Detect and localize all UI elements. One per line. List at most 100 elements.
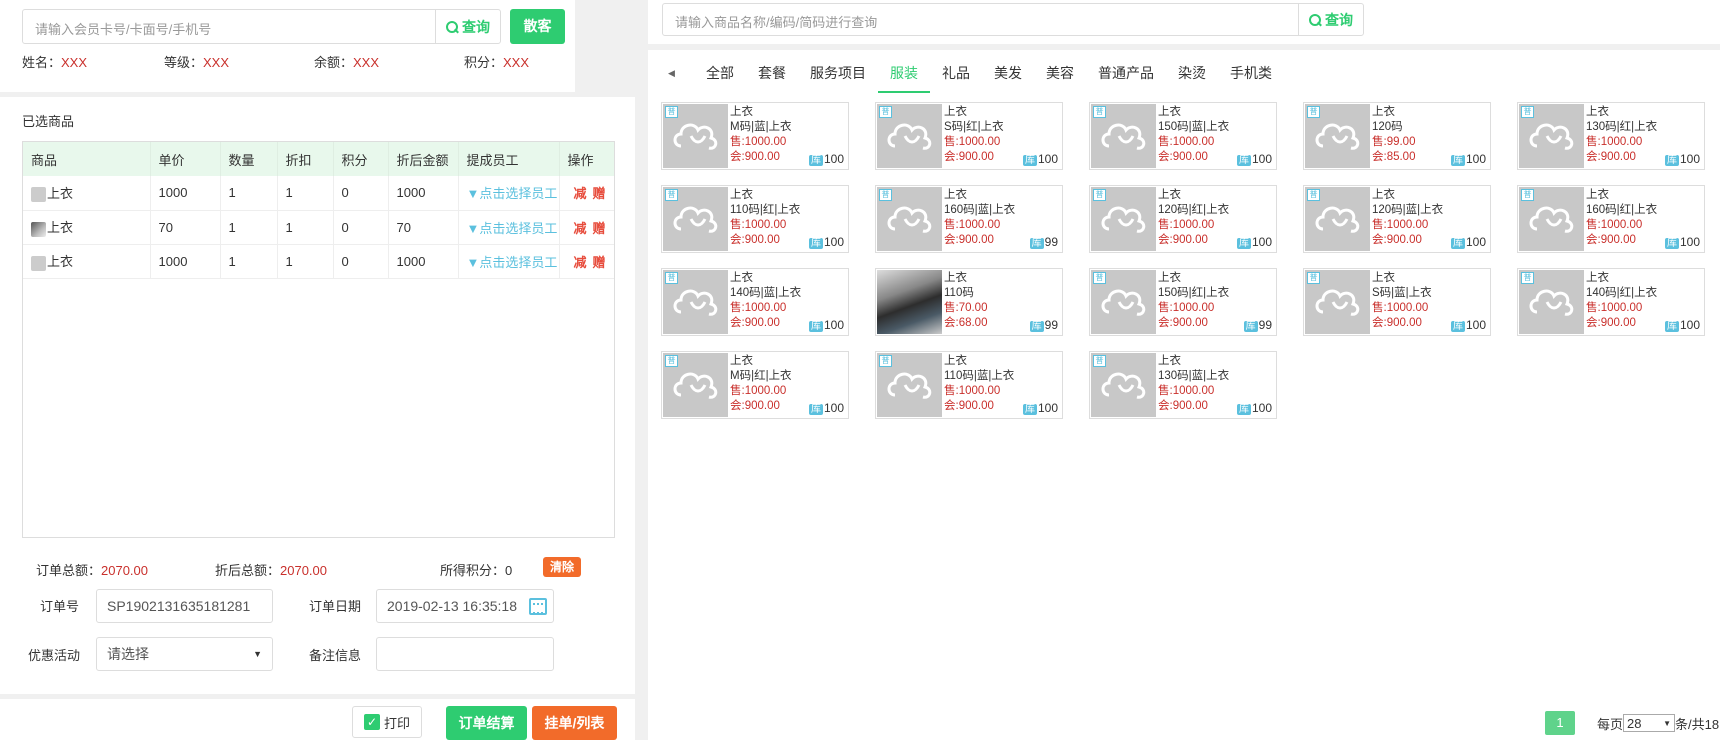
- tab-hair[interactable]: 美发: [982, 57, 1034, 93]
- print-checkbox[interactable]: ✓ 打印: [352, 706, 422, 738]
- product-card[interactable]: 普 上衣 110码|蓝|上衣 售:1000.00 会:900.00 库 100: [875, 351, 1063, 419]
- product-member-price: 会:900.00: [1158, 400, 1208, 412]
- per-page-select[interactable]: 28 ▼: [1623, 714, 1676, 732]
- row-discount[interactable]: 1: [277, 210, 334, 245]
- tab-service[interactable]: 服务项目: [798, 57, 878, 93]
- member-search-input[interactable]: 请输入会员卡号/卡面号/手机号 查询: [22, 9, 501, 44]
- product-card[interactable]: 普 上衣 S码|红|上衣 售:1000.00 会:900.00 库 100: [875, 102, 1063, 170]
- checkout-button[interactable]: 订单结算: [446, 706, 527, 740]
- row-qty[interactable]: 1: [220, 176, 278, 211]
- product-card[interactable]: 普 上衣 130码|红|上衣 售:1000.00 会:900.00 库 100: [1517, 102, 1705, 170]
- reduce-button[interactable]: 减: [574, 186, 587, 201]
- chevron-left-icon[interactable]: ◀: [668, 68, 675, 79]
- staff-select-link[interactable]: ▼点击选择员工: [458, 176, 560, 211]
- product-stock: 库 100: [1450, 318, 1486, 332]
- product-card[interactable]: 普 上衣 140码|蓝|上衣 售:1000.00 会:900.00 库 100: [661, 268, 849, 336]
- product-spec: M码|蓝|上衣: [730, 121, 792, 133]
- tab-clothing[interactable]: 服装: [878, 57, 930, 93]
- remark-field[interactable]: [376, 637, 554, 671]
- col-points: 积分: [333, 142, 389, 176]
- product-member-price: 会:900.00: [1586, 151, 1636, 163]
- product-member-price: 会:900.00: [730, 317, 780, 329]
- tab-general[interactable]: 普通产品: [1086, 57, 1166, 93]
- product-name: 上衣: [1586, 272, 1609, 284]
- page-button-current[interactable]: 1: [1545, 711, 1575, 735]
- row-qty[interactable]: 1: [220, 244, 278, 279]
- reduce-button[interactable]: 减: [574, 221, 587, 236]
- product-member-price: 会:900.00: [1586, 317, 1636, 329]
- staff-select-link[interactable]: ▼点击选择员工: [458, 210, 560, 245]
- row-qty[interactable]: 1: [220, 210, 278, 245]
- clear-button[interactable]: 清除: [543, 557, 581, 577]
- product-info: 上衣 M码|红|上衣 售:1000.00 会:900.00: [730, 354, 792, 414]
- order-date-field[interactable]: 2019-02-13 16:35:18: [376, 589, 554, 623]
- row-actions: 减赠: [559, 210, 614, 245]
- gift-button[interactable]: 赠: [593, 221, 606, 236]
- gift-button[interactable]: 赠: [593, 255, 606, 270]
- product-info: 上衣 M码|蓝|上衣 售:1000.00 会:900.00: [730, 105, 792, 165]
- member-query-button[interactable]: 查询: [435, 10, 500, 43]
- product-card[interactable]: 普 上衣 M码|蓝|上衣 售:1000.00 会:900.00 库 100: [661, 102, 849, 170]
- order-date-label: 订单日期: [309, 599, 362, 614]
- product-card[interactable]: 普 上衣 150码|红|上衣 售:1000.00 会:900.00 库 99: [1089, 268, 1277, 336]
- stock-badge: 库: [808, 155, 823, 166]
- product-info: 上衣 120码 售:99.00 会:85.00: [1372, 105, 1415, 165]
- product-card[interactable]: 普 上衣 140码|红|上衣 售:1000.00 会:900.00 库 100: [1517, 268, 1705, 336]
- row-price: 1000: [150, 244, 221, 279]
- row-points: 0: [333, 210, 389, 245]
- product-spec: 110码|红|上衣: [730, 204, 801, 216]
- order-no-field[interactable]: SP1902131635181281: [96, 589, 273, 623]
- product-sale-price: 售:1000.00: [730, 219, 787, 231]
- tab-all[interactable]: 全部: [694, 57, 746, 93]
- product-sale-price: 售:1000.00: [944, 219, 1001, 231]
- gift-button[interactable]: 赠: [593, 186, 606, 201]
- product-card[interactable]: 普 上衣 160码|蓝|上衣 售:1000.00 会:900.00 库 99: [875, 185, 1063, 253]
- promo-select[interactable]: 请选择 ▼: [96, 637, 273, 671]
- guest-button[interactable]: 散客: [510, 9, 565, 44]
- product-query-button[interactable]: 查询: [1298, 4, 1363, 35]
- goods-thumbnail: [31, 255, 46, 271]
- product-card[interactable]: 普 上衣 130码|蓝|上衣 售:1000.00 会:900.00 库 100: [1089, 351, 1277, 419]
- product-tag: 普: [665, 189, 678, 201]
- product-card[interactable]: 普 上衣 120码 售:99.00 会:85.00 库 100: [1303, 102, 1491, 170]
- tab-beauty[interactable]: 美容: [1034, 57, 1086, 93]
- member-panel: 请输入会员卡号/卡面号/手机号 查询 散客 姓名：XXX 等级：XXX 余额：X…: [0, 0, 575, 92]
- tab-package[interactable]: 套餐: [746, 57, 798, 93]
- product-tag: 普: [1307, 106, 1320, 118]
- product-stock: 库 99: [1029, 235, 1058, 249]
- product-member-price: 会:900.00: [1372, 234, 1422, 246]
- product-card[interactable]: 普 上衣 S码|蓝|上衣 售:1000.00 会:900.00 库 100: [1303, 268, 1491, 336]
- product-tag: 普: [879, 189, 892, 201]
- row-discount[interactable]: 1: [277, 244, 334, 279]
- table-row: 上衣 1000 1 1 0 1000 ▼点击选择员工 减赠: [23, 176, 614, 211]
- product-search-input[interactable]: 请输入商品名称/编码/简码进行查询 查询: [662, 3, 1364, 36]
- tab-dye[interactable]: 染烫: [1166, 57, 1218, 93]
- product-info: 上衣 S码|蓝|上衣 售:1000.00 会:900.00: [1372, 271, 1432, 331]
- product-stock: 库 99: [1029, 318, 1058, 332]
- check-icon: ✓: [363, 714, 380, 730]
- row-points: 0: [333, 244, 389, 279]
- col-action: 操作: [559, 142, 614, 176]
- product-stock: 库 100: [1022, 152, 1058, 166]
- product-card[interactable]: 普 上衣 160码|红|上衣 售:1000.00 会:900.00 库 100: [1517, 185, 1705, 253]
- product-card[interactable]: 普 上衣 M码|红|上衣 售:1000.00 会:900.00 库 100: [661, 351, 849, 419]
- category-tabs: 全部 套餐 服务项目 服装 礼品 美发 美容 普通产品 染烫 手机类: [694, 57, 1284, 93]
- tab-phone[interactable]: 手机类: [1218, 57, 1284, 93]
- row-discount[interactable]: 1: [277, 176, 334, 211]
- calendar-icon[interactable]: [529, 598, 547, 615]
- tab-gift[interactable]: 礼品: [930, 57, 982, 93]
- product-name: 上衣: [1372, 272, 1395, 284]
- product-card[interactable]: 普 上衣 150码|蓝|上衣 售:1000.00 会:900.00 库 100: [1089, 102, 1277, 170]
- product-card[interactable]: 上衣 110码 售:70.00 会:68.00 库 99: [875, 268, 1063, 336]
- product-card[interactable]: 普 上衣 120码|红|上衣 售:1000.00 会:900.00 库 100: [1089, 185, 1277, 253]
- hold-order-button[interactable]: 挂单/列表: [532, 706, 617, 740]
- product-card[interactable]: 普 上衣 120码|蓝|上衣 售:1000.00 会:900.00 库 100: [1303, 185, 1491, 253]
- product-sale-price: 售:1000.00: [730, 385, 787, 397]
- product-card[interactable]: 普 上衣 110码|红|上衣 售:1000.00 会:900.00 库 100: [661, 185, 849, 253]
- staff-select-link[interactable]: ▼点击选择员工: [458, 244, 560, 279]
- stock-badge: 库: [1664, 155, 1679, 166]
- product-member-price: 会:900.00: [1158, 317, 1208, 329]
- product-sale-price: 售:1000.00: [730, 136, 787, 148]
- order-footer: ✓ 打印 订单结算 挂单/列表: [0, 699, 635, 740]
- reduce-button[interactable]: 减: [574, 255, 587, 270]
